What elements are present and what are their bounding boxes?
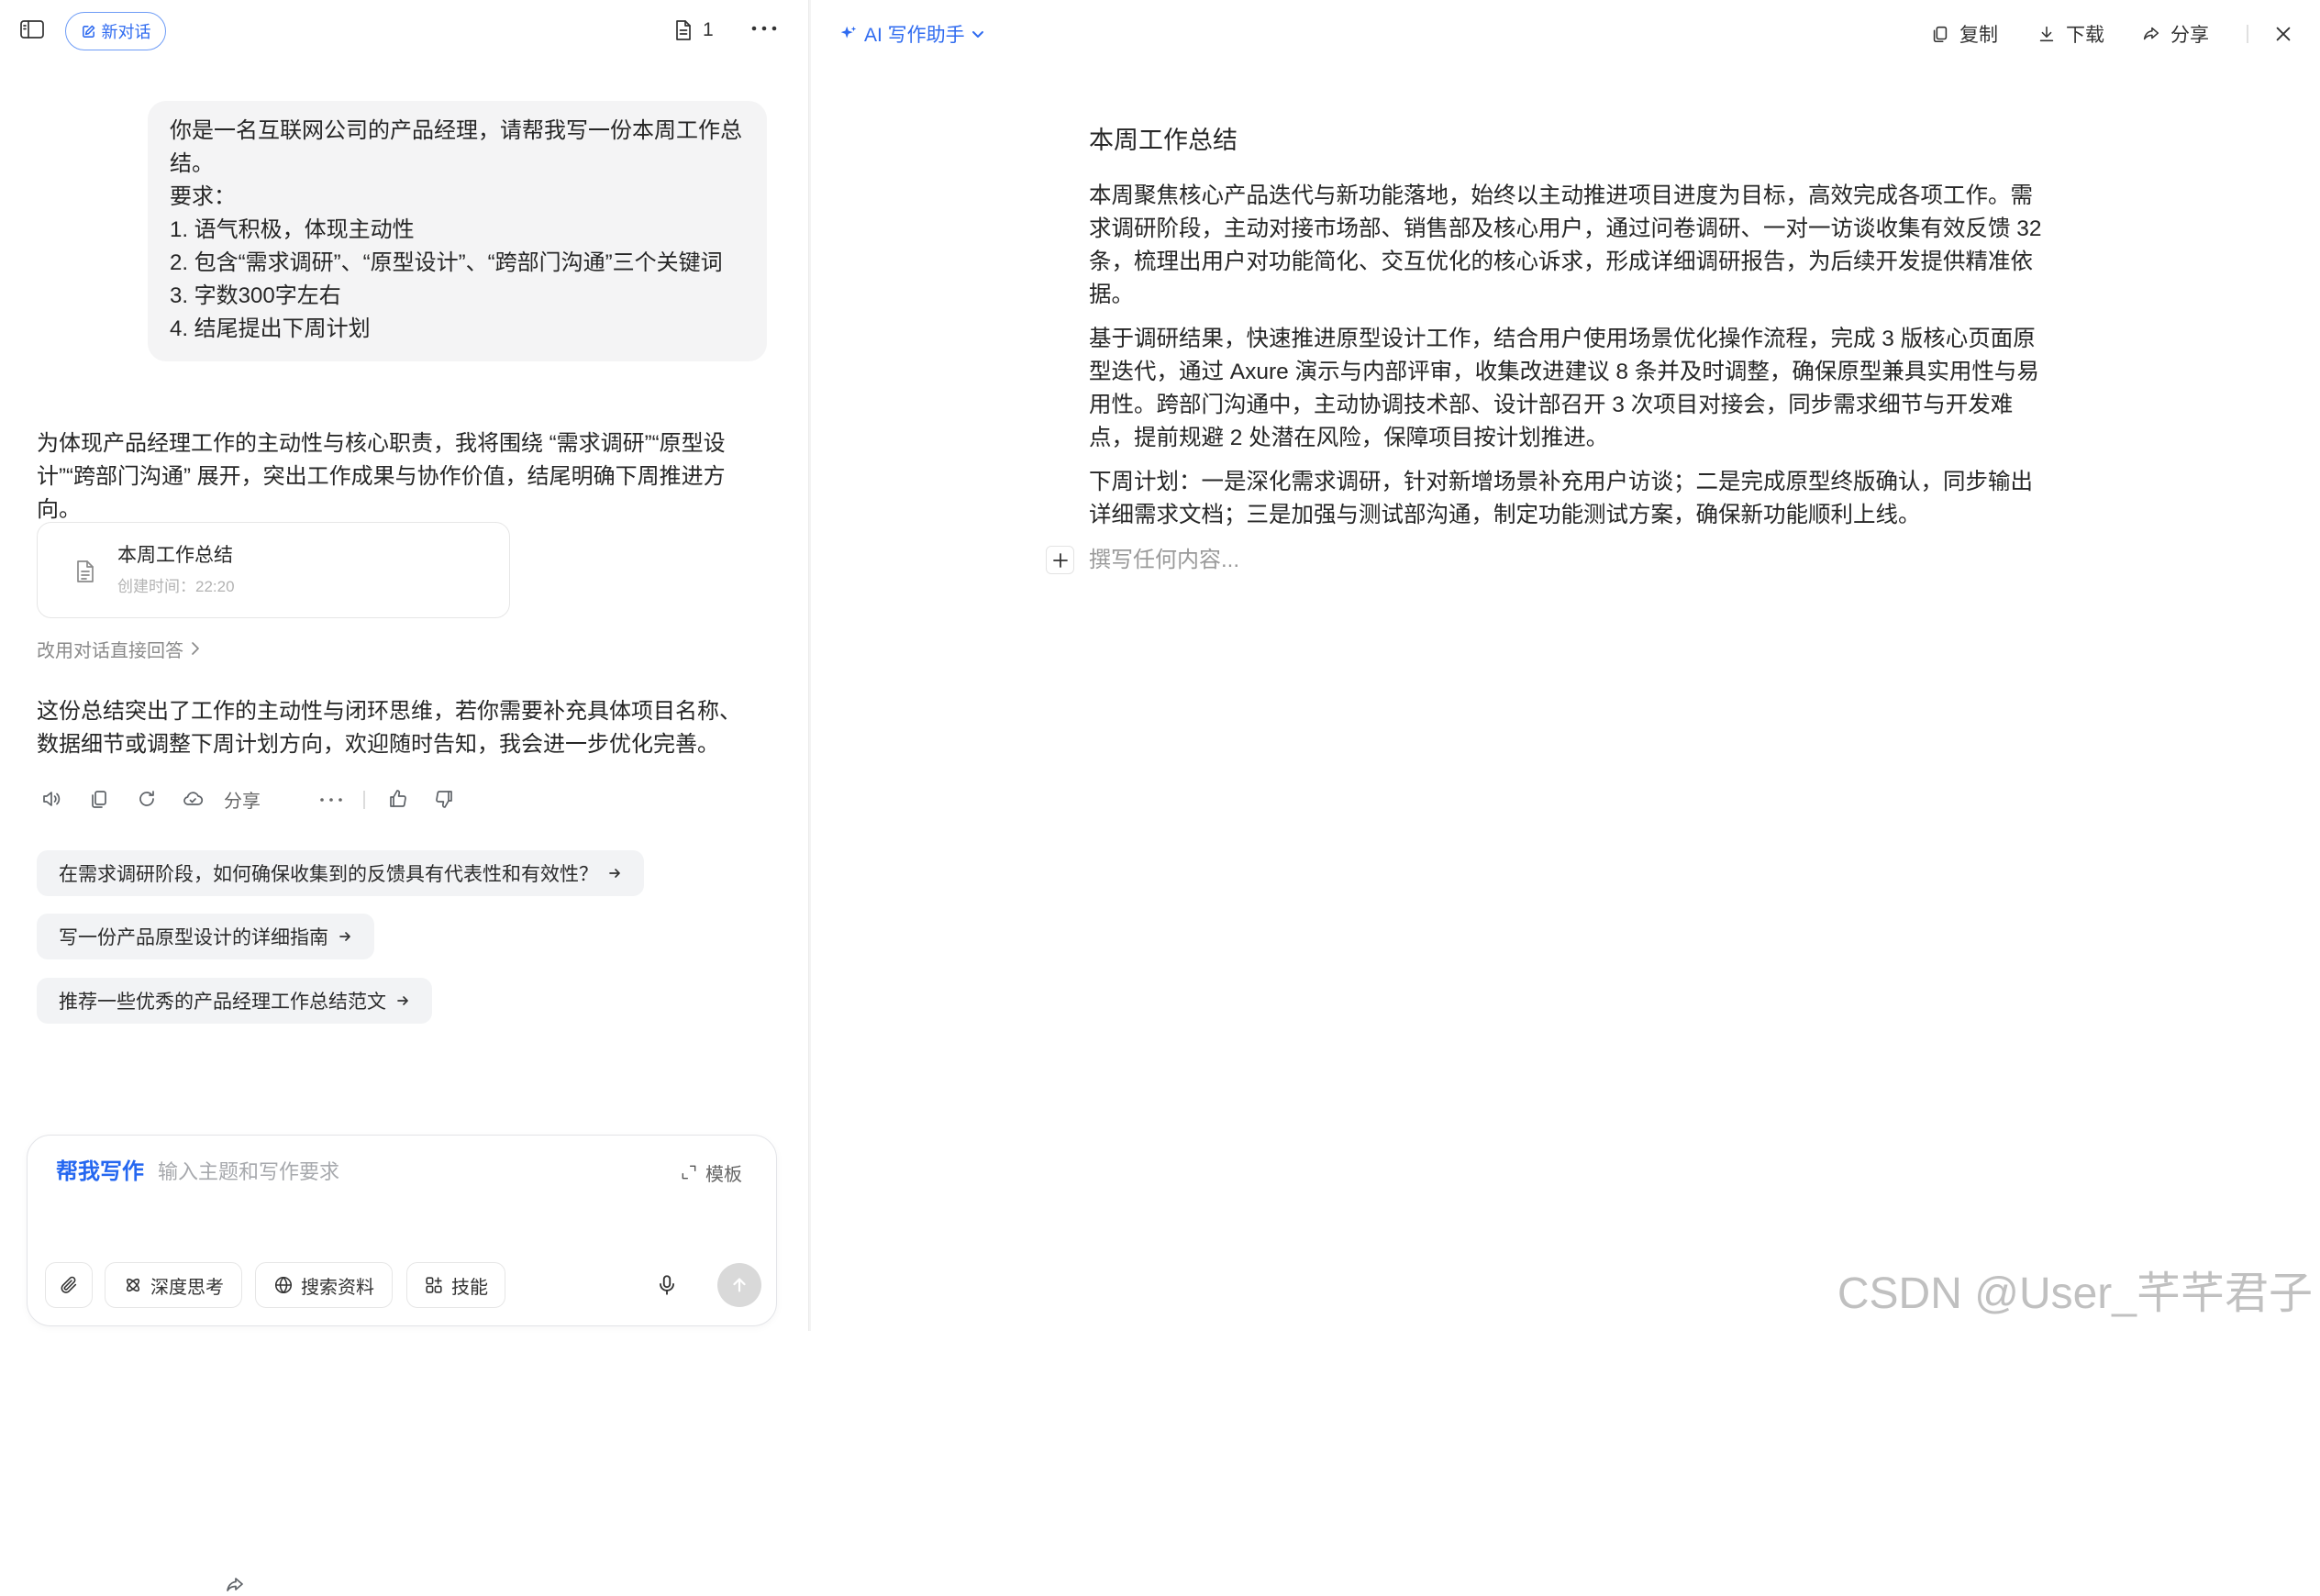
- composer: 帮我写作 模板 深度思考 搜索资料: [27, 1135, 777, 1326]
- paperclip-icon: [59, 1275, 79, 1295]
- chevron-right-icon: [191, 641, 200, 656]
- user-message: 你是一名互联网公司的产品经理，请帮我写一份本周工作总结。 要求： 1. 语气积极…: [148, 101, 767, 361]
- more-icon[interactable]: [319, 796, 343, 804]
- copy-icon[interactable]: [88, 788, 110, 810]
- write-mode-label[interactable]: 帮我写作: [56, 1156, 144, 1189]
- suggestion-chip[interactable]: 推荐一些优秀的产品经理工作总结范文: [37, 978, 432, 1024]
- plus-icon: [1052, 552, 1069, 569]
- document-paragraph: 下周计划：一是深化需求调研，针对新增场景补充用户访谈；二是完成原型终版确认，同步…: [1089, 470, 2033, 527]
- new-chat-label: 新对话: [101, 23, 151, 41]
- share-icon: [2141, 24, 2161, 44]
- suggestion-text: 推荐一些优秀的产品经理工作总结范文: [59, 992, 386, 1013]
- documents-button[interactable]: 1: [673, 17, 714, 44]
- ai-writing-assistant-menu[interactable]: AI 写作助手: [838, 20, 985, 48]
- suggestion-chip[interactable]: 写一份产品原型设计的详细指南: [37, 914, 374, 959]
- sidebar-toggle-icon[interactable]: [19, 18, 45, 40]
- search-button[interactable]: 搜索资料: [255, 1262, 393, 1308]
- template-label: 模板: [705, 1164, 742, 1185]
- ai-followup-text: 这份总结突出了工作的主动性与闭环思维，若你需要补充具体项目名称、数据细节或调整下…: [37, 699, 741, 757]
- user-message-line: 3. 字数300字左右: [170, 283, 341, 308]
- download-label: 下载: [2066, 25, 2104, 46]
- arrow-right-icon: [395, 993, 410, 1008]
- download-button[interactable]: 下载: [2037, 20, 2104, 48]
- refresh-icon[interactable]: [136, 788, 158, 810]
- copy-document-button[interactable]: 复制: [1930, 20, 1998, 48]
- share-icon: [224, 1574, 246, 1596]
- document-count: 1: [703, 19, 714, 40]
- template-button[interactable]: 模板: [680, 1158, 742, 1186]
- send-button[interactable]: [717, 1263, 761, 1307]
- suggestion-text: 写一份产品原型设计的详细指南: [59, 927, 328, 948]
- share-message-button[interactable]: 分享: [224, 786, 261, 1591]
- header-divider: [2247, 25, 2248, 43]
- file-icon: [75, 560, 95, 583]
- thumbs-down-icon[interactable]: [433, 788, 455, 810]
- prompt-input[interactable]: [158, 1156, 653, 1189]
- suggestion-chip[interactable]: 在需求调研阶段，如何确保收集到的反馈具有代表性和有效性？: [37, 850, 644, 896]
- switch-to-chat-label: 改用对话直接回答: [37, 640, 183, 661]
- mic-icon[interactable]: [655, 1273, 679, 1297]
- atom-icon: [123, 1275, 143, 1295]
- skills-label: 技能: [451, 1277, 488, 1298]
- document-card[interactable]: 本周工作总结 创建时间：22:20: [37, 522, 510, 618]
- document-paragraph: 基于调研结果，快速推进原型设计工作，结合用户使用场景优化操作流程，完成 3 版核…: [1089, 327, 2039, 450]
- globe-icon: [273, 1275, 294, 1295]
- chat-panel: 新对话 1 你是一名互联网公司的产品经理，请帮我写一份本周工作总结。 要求： 1…: [0, 0, 808, 1591]
- document-card-title: 本周工作总结: [117, 545, 233, 566]
- expand-icon: [680, 1163, 698, 1181]
- document-placeholder[interactable]: 撰写任何内容...: [1089, 544, 1239, 577]
- user-message-line: 你是一名互联网公司的产品经理，请帮我写一份本周工作总结。: [170, 118, 742, 176]
- user-message-line: 2. 包含“需求调研”、“原型设计”、“跨部门沟通”三个关键词: [170, 250, 723, 275]
- cloud-save-icon[interactable]: [182, 788, 204, 810]
- share-label: 分享: [2170, 25, 2209, 46]
- thumbs-up-icon[interactable]: [387, 788, 409, 810]
- chevron-down-icon: [971, 27, 985, 41]
- new-chat-button[interactable]: 新对话: [65, 12, 166, 50]
- skills-icon: [424, 1275, 444, 1295]
- ai-writing-assistant-label: AI 写作助手: [864, 25, 965, 46]
- skills-button[interactable]: 技能: [406, 1262, 505, 1308]
- insert-block-button[interactable]: [1046, 546, 1074, 574]
- user-message-line: 要求：: [170, 184, 236, 209]
- document-panel: AI 写作助手 复制 下载 分享 本周工作总结 本周聚焦核心产品迭代与新功能落地…: [811, 0, 2320, 1331]
- close-icon[interactable]: [2273, 24, 2293, 44]
- suggestion-text: 在需求调研阶段，如何确保收集到的反馈具有代表性和有效性？: [59, 864, 598, 885]
- document-paragraph: 本周聚焦核心产品迭代与新功能落地，始终以主动推进项目进度为目标，高效完成各项工作…: [1089, 183, 2042, 307]
- download-icon: [2037, 24, 2057, 44]
- document-body[interactable]: 本周聚焦核心产品迭代与新功能落地，始终以主动推进项目进度为目标，高效完成各项工作…: [1089, 180, 2043, 543]
- user-message-line: 1. 语气积极，体现主动性: [170, 217, 415, 242]
- copy-icon: [1930, 24, 1950, 44]
- deep-think-button[interactable]: 深度思考: [105, 1262, 242, 1308]
- more-options-icon[interactable]: [750, 24, 778, 33]
- watermark: CSDN @User_芊芊君子: [1837, 1269, 2313, 1318]
- ai-intro-text: 为体现产品经理工作的主动性与核心职责，我将围绕 “需求调研”“原型设计”“跨部门…: [37, 431, 726, 522]
- deep-think-label: 深度思考: [150, 1277, 224, 1298]
- document-title[interactable]: 本周工作总结: [1089, 124, 1238, 157]
- user-message-line: 4. 结尾提出下周计划: [170, 316, 371, 341]
- attach-button[interactable]: [45, 1262, 93, 1308]
- speaker-icon[interactable]: [40, 788, 62, 810]
- arrow-right-icon: [607, 866, 622, 881]
- document-icon: [673, 19, 694, 41]
- arrow-up-icon: [729, 1275, 749, 1295]
- share-label: 分享: [224, 791, 261, 812]
- share-document-button[interactable]: 分享: [2141, 20, 2209, 48]
- sparkle-icon: [838, 24, 859, 44]
- search-label: 搜索资料: [301, 1277, 374, 1298]
- edit-icon: [81, 24, 96, 39]
- copy-label: 复制: [1959, 25, 1998, 46]
- arrow-right-icon: [338, 929, 352, 944]
- document-card-created-time: 创建时间：22:20: [117, 578, 235, 595]
- action-divider: [363, 791, 365, 809]
- switch-to-chat-link[interactable]: 改用对话直接回答: [37, 637, 200, 661]
